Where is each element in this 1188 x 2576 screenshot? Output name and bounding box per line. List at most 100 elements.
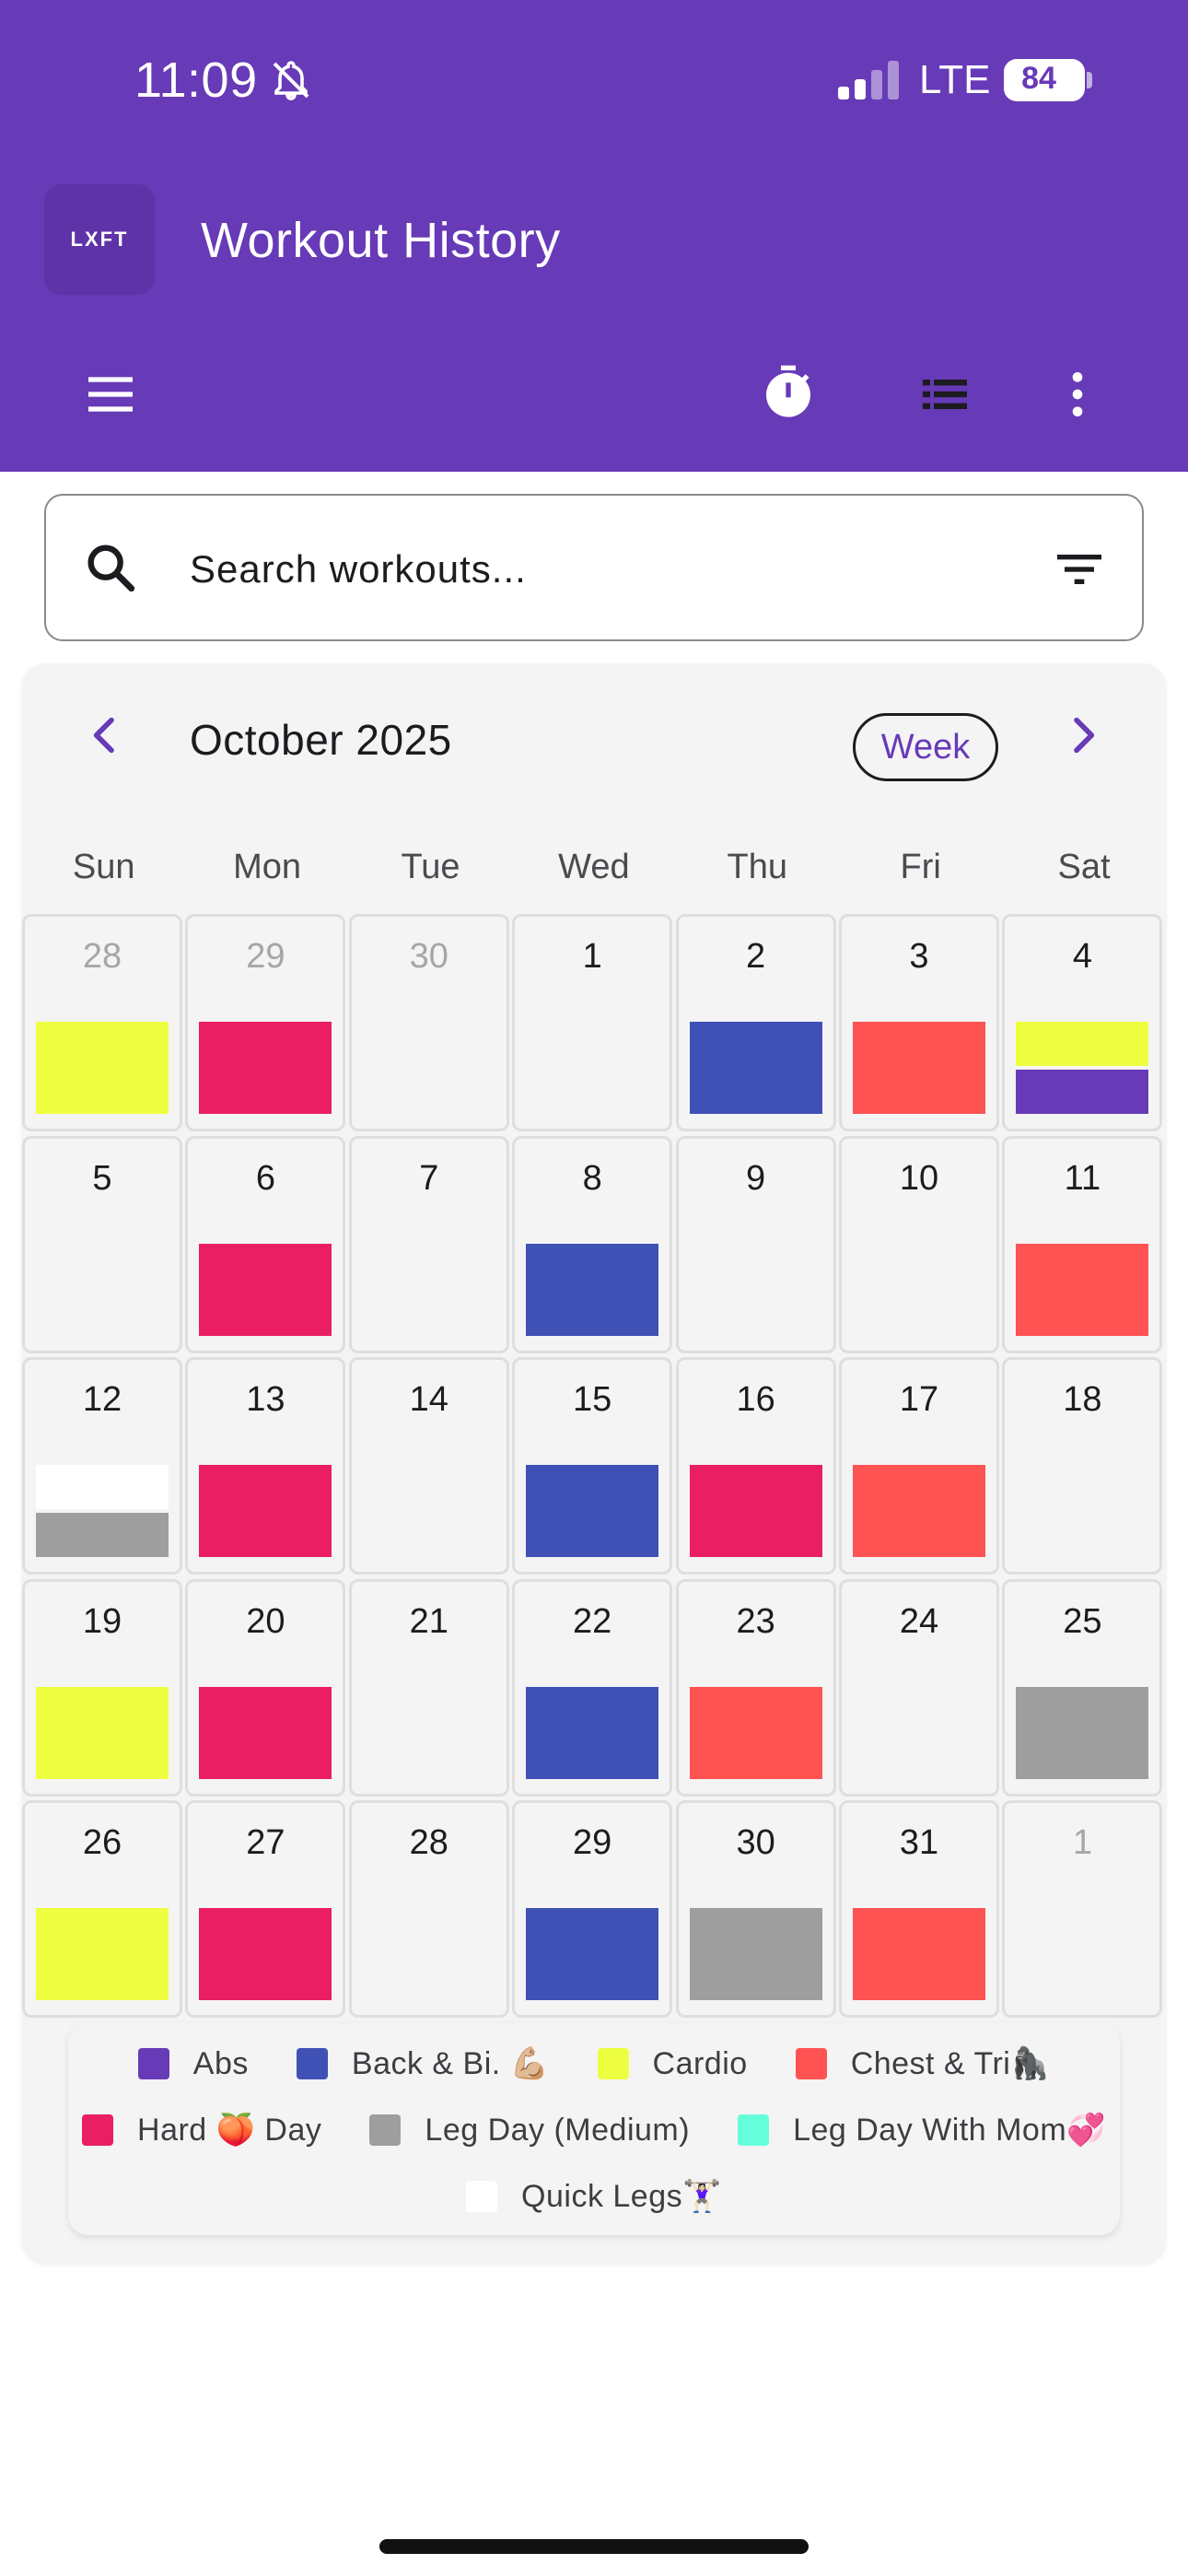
day-number: 27 <box>246 1823 285 1862</box>
workout-block <box>199 1686 332 1779</box>
battery-icon: 84 <box>1004 59 1085 101</box>
week-view-button[interactable]: Week <box>853 713 998 781</box>
calendar-day[interactable]: 19 <box>22 1578 182 1797</box>
calendar-day[interactable]: 1 <box>512 914 673 1131</box>
workout-block <box>1016 1686 1149 1779</box>
calendar-day[interactable]: 13 <box>185 1357 346 1575</box>
legend-label: Abs <box>192 2045 249 2081</box>
calendar-day[interactable]: 20 <box>185 1578 346 1797</box>
day-number: 15 <box>573 1380 612 1419</box>
status-time: 11:09 <box>134 53 258 108</box>
app-logo: LXFT <box>44 184 155 295</box>
day-number: 29 <box>573 1823 612 1862</box>
calendar-day[interactable]: 23 <box>675 1578 836 1797</box>
workout-legend: Abs Back & Bi. 💪🏼 Cardio Chest & Tri🦍 Ha… <box>68 2023 1120 2235</box>
day-number: 24 <box>899 1601 939 1641</box>
day-number: 22 <box>573 1601 612 1641</box>
timer-icon[interactable] <box>759 363 818 422</box>
legend-swatch <box>296 2048 328 2079</box>
calendar-day[interactable]: 2 <box>675 914 836 1131</box>
calendar-day[interactable]: 30 <box>348 914 509 1131</box>
calendar-day[interactable]: 29 <box>512 1800 673 2018</box>
workout-block <box>526 1908 659 2000</box>
list-icon[interactable] <box>915 365 974 424</box>
calendar-day[interactable]: 5 <box>22 1135 182 1353</box>
calendar-day[interactable]: 14 <box>348 1357 509 1575</box>
calendar-day[interactable]: 30 <box>675 1800 836 2018</box>
legend-row: Quick Legs🏋🏻‍♀️ <box>68 2178 1120 2215</box>
legend-item: Cardio <box>597 2045 748 2082</box>
calendar-day[interactable]: 18 <box>1002 1357 1163 1575</box>
calendar-day[interactable]: 17 <box>839 1357 999 1575</box>
app-bar: 11:09 LTE 84 LXFT Workout History <box>0 0 1188 472</box>
legend-item: Quick Legs🏋🏻‍♀️ <box>466 2178 722 2215</box>
weekday-header: Sun Mon Tue Wed Thu Fri Sat <box>22 848 1166 903</box>
calendar-day[interactable]: 28 <box>348 1800 509 2018</box>
day-number: 16 <box>736 1380 775 1419</box>
day-number: 14 <box>409 1380 448 1419</box>
calendar-day[interactable]: 21 <box>348 1578 509 1797</box>
calendar-day[interactable]: 7 <box>348 1135 509 1353</box>
page-title: Workout History <box>201 213 561 268</box>
workout-block <box>526 1686 659 1779</box>
calendar-day[interactable]: 6 <box>185 1135 346 1353</box>
day-number: 25 <box>1063 1601 1102 1641</box>
calendar-day[interactable]: 24 <box>839 1578 999 1797</box>
calendar-day[interactable]: 11 <box>1002 1135 1163 1353</box>
calendar-day[interactable]: 3 <box>839 914 999 1131</box>
legend-item: Leg Day With Mom💞 <box>738 2112 1106 2149</box>
day-number: 30 <box>736 1823 775 1862</box>
calendar-day[interactable]: 31 <box>839 1800 999 2018</box>
battery-nub <box>1087 72 1092 88</box>
more-vertical-icon[interactable] <box>1048 365 1107 424</box>
day-number: 13 <box>246 1380 285 1419</box>
workout-block <box>1016 1070 1149 1114</box>
search-icon <box>87 544 135 592</box>
workout-block <box>199 1022 332 1114</box>
workout-block <box>853 1465 985 1557</box>
day-number: 6 <box>255 1158 275 1198</box>
day-number: 5 <box>92 1158 112 1198</box>
workout-block <box>199 1908 332 2000</box>
calendar-day[interactable]: 28 <box>22 914 182 1131</box>
calendar-day[interactable]: 16 <box>675 1357 836 1575</box>
workout-block <box>36 1465 169 1509</box>
legend-label: Chest & Tri🦍 <box>850 2046 1051 2081</box>
calendar-day[interactable]: 25 <box>1002 1578 1163 1797</box>
calendar-day[interactable]: 15 <box>512 1357 673 1575</box>
workout-block <box>36 1022 169 1114</box>
battery-level: 84 <box>1021 61 1056 96</box>
calendar-day[interactable]: 22 <box>512 1578 673 1797</box>
day-number: 30 <box>409 937 448 976</box>
calendar-day[interactable]: 4 <box>1002 914 1163 1131</box>
calendar-day[interactable]: 1 <box>1002 1800 1163 2018</box>
weekday-label: Wed <box>558 848 630 886</box>
network-label: LTE <box>919 57 991 102</box>
calendar-day[interactable]: 9 <box>675 1135 836 1353</box>
calendar-day[interactable]: 12 <box>22 1357 182 1575</box>
day-number: 23 <box>736 1601 775 1641</box>
filter-icon[interactable] <box>1050 540 1109 599</box>
legend-item: Leg Day (Medium) <box>369 2112 690 2149</box>
next-month-icon[interactable] <box>1057 709 1109 761</box>
calendar-day[interactable]: 29 <box>185 914 346 1131</box>
workout-block <box>526 1243 659 1336</box>
menu-icon[interactable] <box>81 365 140 424</box>
legend-item: Chest & Tri🦍 <box>795 2045 1051 2082</box>
legend-swatch <box>795 2048 827 2079</box>
search-input[interactable] <box>190 533 982 606</box>
legend-item: Back & Bi. 💪🏼 <box>296 2045 550 2082</box>
workout-block <box>689 1022 822 1114</box>
previous-month-icon[interactable] <box>79 709 131 761</box>
workout-block <box>199 1243 332 1336</box>
calendar-day[interactable]: 10 <box>839 1135 999 1353</box>
calendar-day[interactable]: 27 <box>185 1800 346 2018</box>
weekday-label: Tue <box>401 848 460 886</box>
calendar-day[interactable]: 26 <box>22 1800 182 2018</box>
calendar-day[interactable]: 8 <box>512 1135 673 1353</box>
legend-swatch <box>738 2114 770 2146</box>
legend-row: Abs Back & Bi. 💪🏼 Cardio Chest & Tri🦍 <box>68 2045 1120 2082</box>
legend-row: Hard 🍑 Day Leg Day (Medium) Leg Day With… <box>68 2112 1120 2149</box>
workout-block <box>36 1513 169 1557</box>
day-number: 31 <box>899 1823 939 1862</box>
